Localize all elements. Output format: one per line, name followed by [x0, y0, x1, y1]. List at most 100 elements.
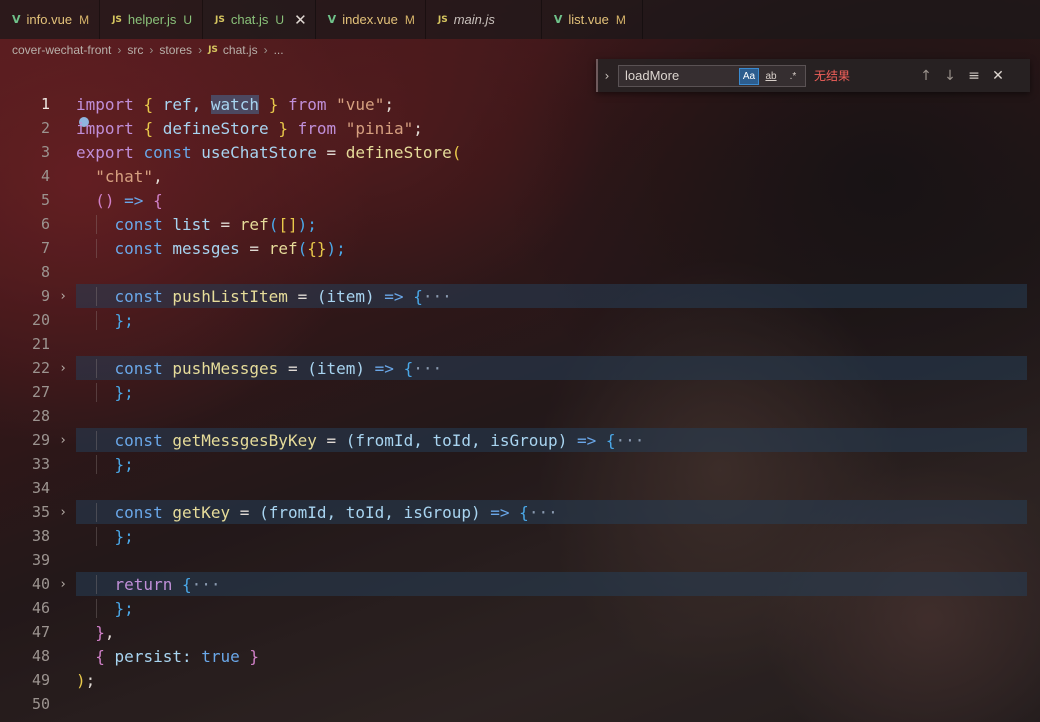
editor-tab-bar: V info.vue M JS helper.js U JS chat.js U… — [0, 0, 1040, 39]
code-line: 5 () => { — [0, 188, 1040, 212]
tab-label: helper.js — [127, 12, 177, 27]
line-number: 46 — [31, 599, 50, 617]
close-tab-icon[interactable]: ✕ — [294, 11, 307, 29]
code-editor[interactable]: 1 import { ref, watch } from "vue"; 2 im… — [0, 92, 1040, 716]
tab-label: main.js — [453, 12, 495, 27]
close-find-button[interactable]: ✕ — [986, 68, 1010, 84]
previous-match-button[interactable]: ↑ — [914, 68, 938, 84]
find-widget: › loadMore Aa ab .* 无结果 ↑ ↓ ≡ ✕ — [596, 59, 1030, 92]
breadcrumb-ellipsis[interactable]: ... — [274, 43, 284, 57]
code-line: 7 const messges = ref({}); — [0, 236, 1040, 260]
line-number: 48 — [31, 647, 50, 665]
folded-ellipsis[interactable]: ··· — [192, 575, 221, 594]
line-number: 40 — [31, 575, 50, 593]
tab-list-vue[interactable]: V list.vue M — [542, 0, 643, 39]
folded-ellipsis[interactable]: ··· — [529, 503, 558, 522]
fold-expand-icon[interactable]: › — [50, 505, 76, 520]
tab-label: list.vue — [568, 12, 609, 27]
code-line: 33 }; — [0, 452, 1040, 476]
line-number: 1 — [40, 95, 50, 113]
code-text: import { defineStore } from "pinia"; — [76, 118, 423, 138]
vue-file-icon: V — [553, 13, 563, 26]
breadcrumb: cover-wechat-front › src › stores › JS c… — [12, 40, 284, 60]
whole-word-button[interactable]: ab — [761, 68, 781, 85]
modified-badge: M — [404, 12, 415, 27]
code-line: 20 }; — [0, 308, 1040, 332]
code-line: 47 }, — [0, 620, 1040, 644]
code-text: ); — [76, 670, 96, 690]
find-input[interactable]: loadMore Aa ab .* — [618, 64, 806, 87]
folded-ellipsis[interactable]: ··· — [423, 287, 452, 306]
breadcrumb-src[interactable]: src — [127, 43, 143, 57]
line-number: 8 — [40, 263, 50, 281]
vue-file-icon: V — [12, 13, 21, 26]
line-number: 2 — [40, 119, 50, 137]
breadcrumb-project[interactable]: cover-wechat-front — [12, 43, 111, 57]
code-text: }; — [76, 454, 134, 474]
chevron-right-icon: › — [263, 43, 268, 57]
line-number: 22 — [31, 359, 50, 377]
untracked-badge: U — [183, 12, 192, 27]
breadcrumb-file[interactable]: chat.js — [223, 43, 258, 57]
regex-button[interactable]: .* — [783, 68, 803, 85]
fold-expand-icon[interactable]: › — [50, 433, 76, 448]
line-number: 5 — [40, 191, 50, 209]
code-text: const messges = ref({}); — [76, 238, 346, 258]
code-text: }, — [95, 622, 115, 642]
line-number: 3 — [40, 143, 50, 161]
tab-index-vue[interactable]: V index.vue M — [316, 0, 426, 39]
code-line: 39 — [0, 548, 1040, 572]
code-text: const getMessgesByKey = (fromId, toId, i… — [76, 430, 645, 450]
tab-helper-js[interactable]: JS helper.js U — [100, 0, 203, 39]
code-line: 50 — [0, 692, 1040, 716]
line-number: 6 — [40, 215, 50, 233]
folded-ellipsis[interactable]: ··· — [413, 359, 442, 378]
chevron-right-icon: › — [149, 43, 154, 57]
code-text: }; — [76, 382, 134, 402]
folded-code-line: 22 › const pushMessges = (item) => {··· — [0, 356, 1040, 380]
breadcrumb-stores[interactable]: stores — [159, 43, 192, 57]
code-line: 4 "chat", — [0, 164, 1040, 188]
line-number: 34 — [31, 479, 50, 497]
chevron-right-icon: › — [117, 43, 122, 57]
tab-label: info.vue — [26, 12, 73, 27]
tab-label: index.vue — [342, 12, 398, 27]
next-match-button[interactable]: ↓ — [938, 68, 962, 84]
js-file-icon: JS — [112, 14, 122, 25]
tab-chat-js[interactable]: JS chat.js U ✕ — [203, 0, 316, 39]
code-text: const pushListItem = (item) => {··· — [76, 286, 452, 306]
folded-ellipsis[interactable]: ··· — [616, 431, 645, 450]
fold-expand-icon[interactable]: › — [50, 289, 76, 304]
line-number: 39 — [31, 551, 50, 569]
modified-badge: M — [615, 12, 626, 27]
find-query: loadMore — [625, 68, 680, 83]
line-number: 35 — [31, 503, 50, 521]
code-text: }; — [76, 598, 134, 618]
line-number: 49 — [31, 671, 50, 689]
find-in-selection-button[interactable]: ≡ — [962, 68, 986, 84]
fold-expand-icon[interactable]: › — [50, 577, 76, 592]
code-line: 2 import { defineStore } from "pinia"; — [0, 116, 1040, 140]
code-line: 6 const list = ref([]); — [0, 212, 1040, 236]
tab-main-js[interactable]: JS main.js — [426, 0, 542, 39]
js-file-icon: JS — [208, 45, 218, 55]
code-line: 28 — [0, 404, 1040, 428]
folded-code-line: 9 › const pushListItem = (item) => {··· — [0, 284, 1040, 308]
tab-info-vue[interactable]: V info.vue M — [0, 0, 101, 39]
code-text: }; — [76, 310, 134, 330]
code-line: 21 — [0, 332, 1040, 356]
fold-expand-icon[interactable]: › — [50, 361, 76, 376]
line-number: 9 — [40, 287, 50, 305]
code-text: () => { — [95, 190, 163, 210]
match-case-button[interactable]: Aa — [739, 67, 759, 85]
code-line: 48 { persist: true } — [0, 644, 1040, 668]
code-text: }; — [76, 526, 134, 546]
line-number: 29 — [31, 431, 50, 449]
code-line: 49 ); — [0, 668, 1040, 692]
js-file-icon: JS — [437, 14, 448, 25]
folded-code-line: 40 › return {··· — [0, 572, 1040, 596]
code-text: "chat", — [95, 166, 163, 186]
toggle-replace-icon[interactable]: › — [598, 69, 616, 83]
tab-label: chat.js — [230, 12, 269, 27]
code-line: 46 }; — [0, 596, 1040, 620]
